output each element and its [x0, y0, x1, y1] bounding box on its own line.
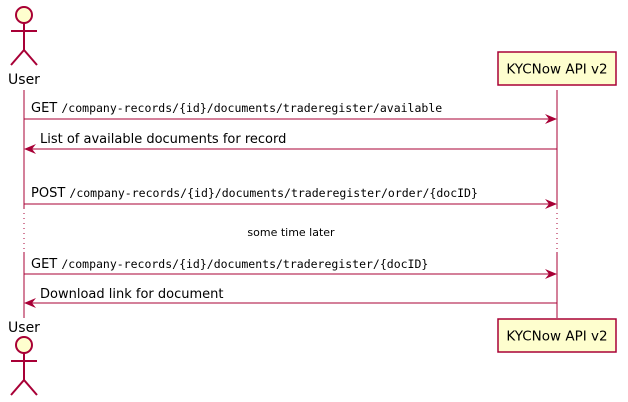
stick-figure-icon [10, 6, 38, 66]
participant-api-label: KYCNow API v2 [506, 62, 607, 78]
message-download-link-label: Download link for document [40, 287, 223, 302]
actor-user-bottom: User [8, 320, 40, 396]
message-get-available-label: GET /company-records/{id}/documents/trad… [31, 101, 442, 116]
message-get-available: GET /company-records/{id}/documents/trad… [24, 101, 557, 124]
message-get-document-label: GET /company-records/{id}/documents/trad… [31, 257, 428, 272]
message-post-order-label: POST /company-records/{id}/documents/tra… [31, 186, 478, 201]
actor-user-top: User [8, 6, 40, 88]
participant-api-label-bottom: KYCNow API v2 [506, 329, 607, 345]
message-list-available-label: List of available documents for record [40, 132, 286, 147]
participant-api-bottom: KYCNow API v2 [497, 318, 617, 353]
participant-api-top: KYCNow API v2 [497, 51, 617, 86]
message-post-order: POST /company-records/{id}/documents/tra… [24, 186, 557, 209]
message-get-document: GET /company-records/{id}/documents/trad… [24, 257, 557, 279]
actor-user-label: User [8, 72, 40, 88]
stick-figure-icon [10, 336, 38, 396]
actor-user-label-bottom: User [8, 320, 40, 336]
message-download-link: Download link for document [24, 287, 557, 308]
sequence-diagram: User KYCNow API v2 GET /company-records/… [8, 6, 617, 396]
message-list-available: List of available documents for record [24, 132, 557, 154]
delay-divider-label: some time later [247, 226, 335, 239]
